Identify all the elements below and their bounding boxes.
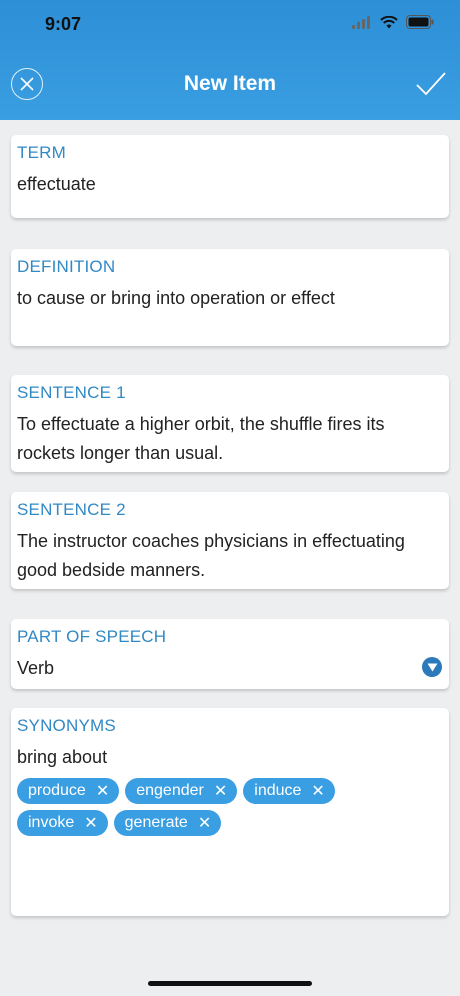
sentence1-field[interactable]: SENTENCE 1 To effectuate a higher orbit,… xyxy=(11,375,449,472)
sentence2-field[interactable]: SENTENCE 2 The instructor coaches physic… xyxy=(11,492,449,589)
sentence1-value[interactable]: To effectuate a higher orbit, the shuffl… xyxy=(17,410,443,468)
sentence1-label: SENTENCE 1 xyxy=(17,383,126,402)
remove-chip-icon[interactable]: ✕ xyxy=(311,781,324,801)
term-label: TERM xyxy=(17,143,66,162)
sentence2-label: SENTENCE 2 xyxy=(17,500,126,519)
term-value[interactable]: effectuate xyxy=(17,170,443,199)
definition-value[interactable]: to cause or bring into operation or effe… xyxy=(17,284,443,313)
term-field[interactable]: TERM effectuate xyxy=(11,135,449,218)
save-check-icon[interactable] xyxy=(415,70,447,98)
dropdown-icon[interactable] xyxy=(422,657,442,677)
synonyms-input[interactable]: bring about xyxy=(17,743,443,772)
remove-chip-icon[interactable]: ✕ xyxy=(84,813,97,833)
page-title: New Item xyxy=(183,72,277,95)
status-icons xyxy=(352,15,434,29)
synonym-chip[interactable]: engender ✕ xyxy=(125,778,238,804)
navigation-header: 9:07 New Item xyxy=(0,0,460,120)
definition-label: DEFINITION xyxy=(17,257,116,276)
part-of-speech-value[interactable]: Verb xyxy=(17,654,443,683)
remove-chip-icon[interactable]: ✕ xyxy=(96,781,109,801)
sentence2-value[interactable]: The instructor coaches physicians in eff… xyxy=(17,527,443,585)
synonyms-field[interactable]: SYNONYMS bring about produce ✕ engender … xyxy=(11,708,449,916)
synonym-chip[interactable]: produce ✕ xyxy=(17,778,120,804)
synonym-chip[interactable]: invoke ✕ xyxy=(17,810,108,836)
wifi-icon xyxy=(380,15,398,28)
home-indicator xyxy=(148,981,312,986)
definition-field[interactable]: DEFINITION to cause or bring into operat… xyxy=(11,249,449,346)
chip-label: invoke xyxy=(28,814,75,831)
synonym-chips: produce ✕ engender ✕ induce ✕ invoke ✕ g… xyxy=(17,778,377,836)
synonym-chip[interactable]: generate ✕ xyxy=(113,810,222,836)
remove-chip-icon[interactable]: ✕ xyxy=(214,781,227,801)
synonym-chip[interactable]: induce ✕ xyxy=(243,778,335,804)
status-time: 9:07 xyxy=(45,14,82,34)
chip-label: generate xyxy=(124,814,188,831)
chip-label: engender xyxy=(136,782,204,799)
synonyms-label: SYNONYMS xyxy=(17,716,116,735)
chip-label: produce xyxy=(28,782,86,799)
chip-label: induce xyxy=(254,782,302,799)
part-of-speech-select[interactable]: PART OF SPEECH Verb xyxy=(11,619,449,689)
signal-icon xyxy=(352,15,370,29)
battery-icon xyxy=(406,15,434,29)
part-of-speech-label: PART OF SPEECH xyxy=(17,627,167,646)
remove-chip-icon[interactable]: ✕ xyxy=(198,813,211,833)
